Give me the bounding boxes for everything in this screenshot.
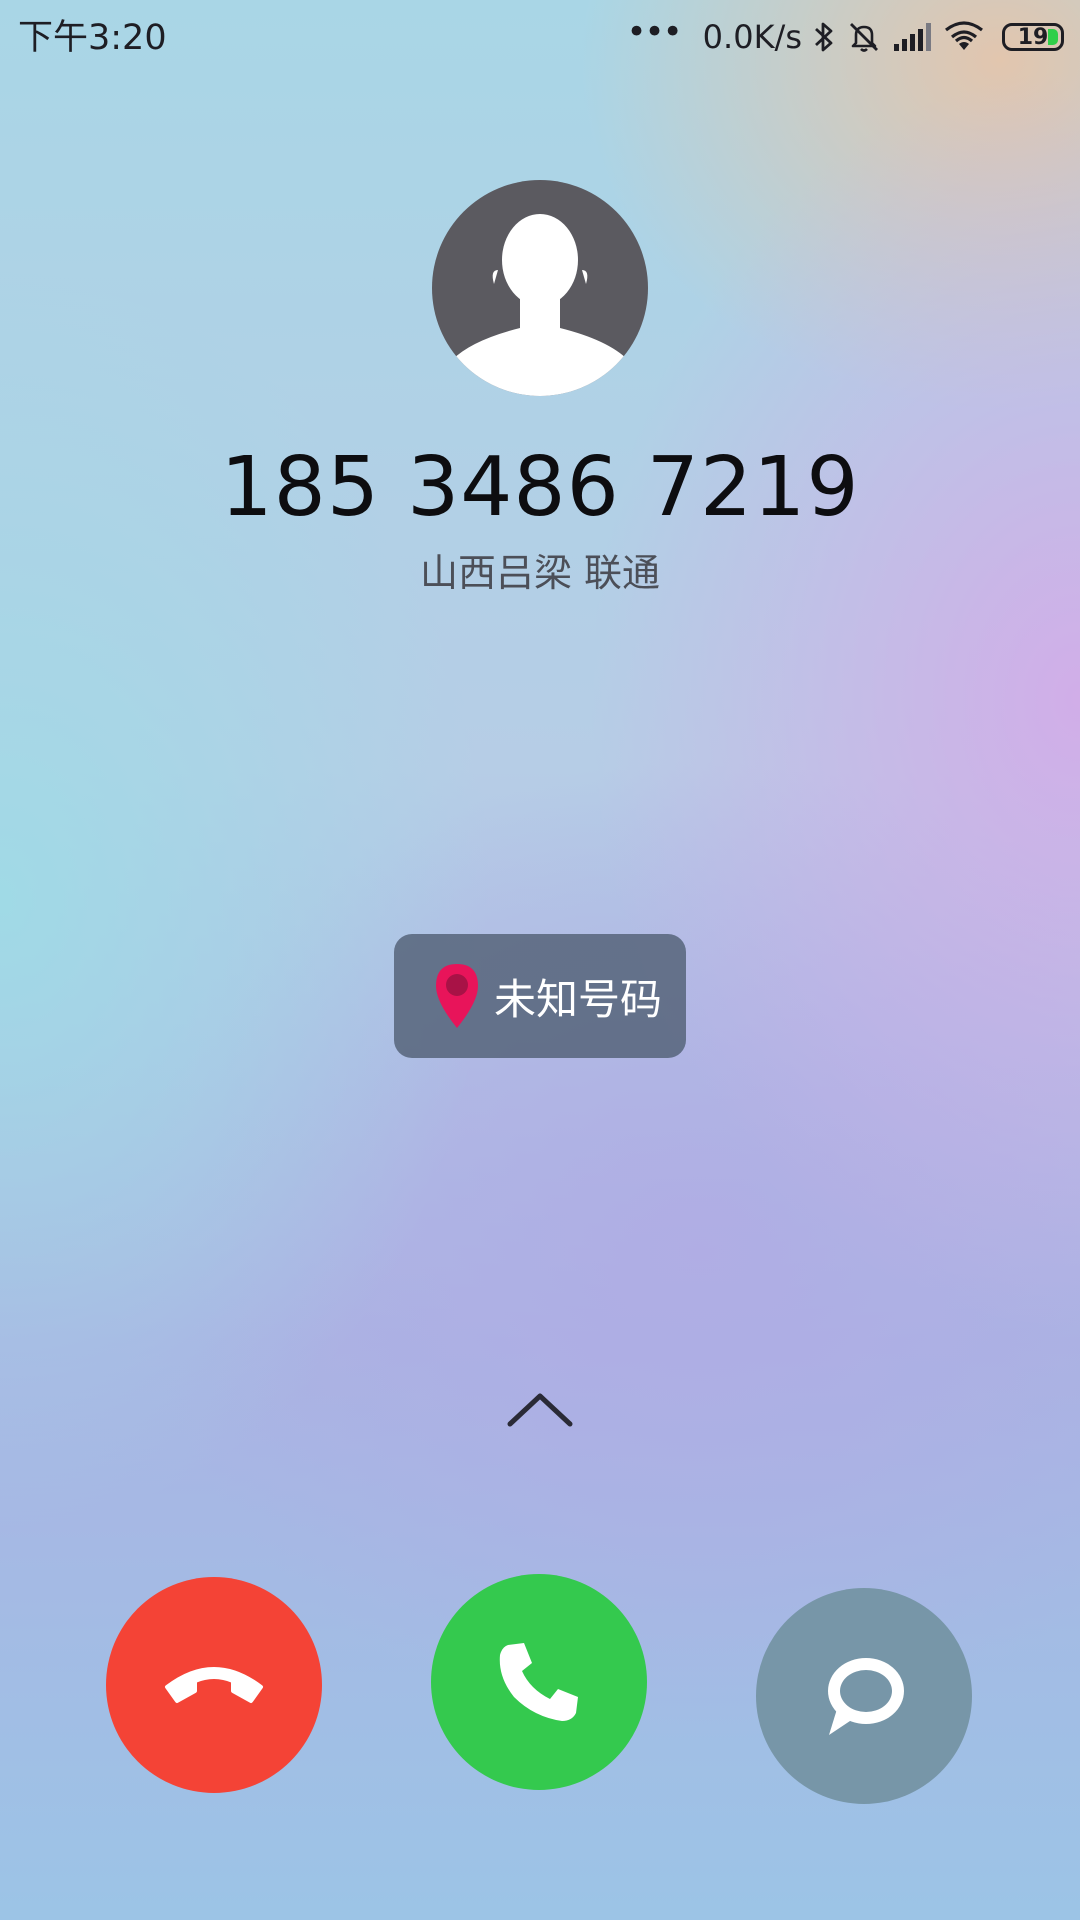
reply-message-button[interactable] xyxy=(756,1588,972,1804)
signal-icon xyxy=(892,22,932,52)
caller-location: 山西吕梁 联通 xyxy=(419,551,661,595)
wifi-icon xyxy=(942,20,986,54)
default-person-icon xyxy=(452,214,628,396)
status-bar: 下午3:20 ••• 0.0K/s 19 xyxy=(0,0,1080,76)
chat-bubble-icon xyxy=(828,1658,904,1735)
decline-call-button[interactable] xyxy=(106,1577,322,1793)
network-speed: 0.0K/s xyxy=(702,18,802,56)
battery-fill xyxy=(1048,29,1058,45)
more-notifications-indicator: ••• xyxy=(626,12,683,52)
phone-hangup-icon xyxy=(165,1667,263,1703)
number-tag: 未知号码 xyxy=(394,934,686,1058)
chevron-up-icon[interactable] xyxy=(506,1390,574,1430)
battery-level: 19 xyxy=(1017,24,1049,50)
tag-label: 未知号码 xyxy=(494,974,663,1024)
accept-call-button[interactable] xyxy=(431,1574,647,1790)
status-icons: ••• 0.0K/s 19 xyxy=(626,12,1064,60)
silent-vibrate-off-icon xyxy=(846,19,882,55)
status-time: 下午3:20 xyxy=(18,18,167,58)
phone-icon xyxy=(499,1643,578,1721)
caller-phone-number: 185 3486 7219 xyxy=(220,440,860,535)
battery-indicator: 19 xyxy=(1002,23,1064,51)
bluetooth-icon xyxy=(812,19,836,55)
caller-avatar xyxy=(432,180,648,396)
location-pin-icon xyxy=(432,962,482,1030)
